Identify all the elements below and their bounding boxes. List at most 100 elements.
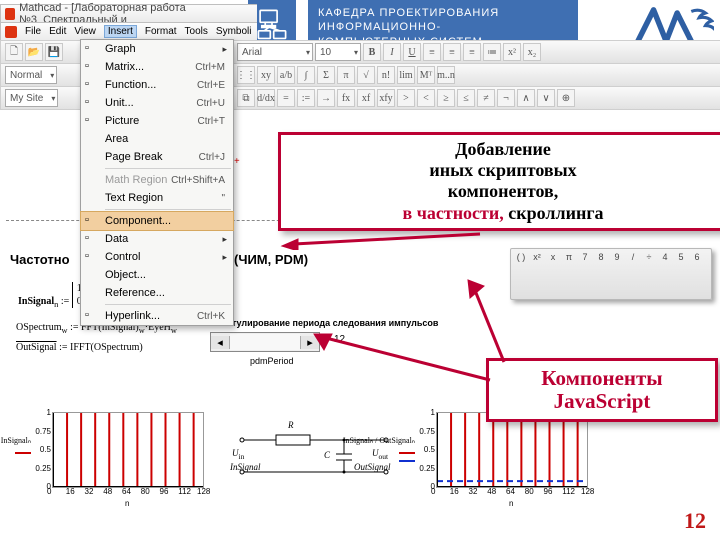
menu-item-function[interactable]: ▫Function...Ctrl+E: [81, 76, 233, 94]
menu-item-label: Reference...: [105, 287, 165, 299]
calc-key[interactable]: 8: [595, 252, 607, 262]
bullets-icon[interactable]: ≔: [483, 43, 501, 61]
insert-dropdown[interactable]: ▫Graph▸▫Matrix...Ctrl+M▫Function...Ctrl+…: [80, 39, 234, 326]
toolbar-math1[interactable]: ⋮⋮ xy a/b ∫ Σ π √ n! lim Mᵀ m..n: [232, 63, 720, 87]
menu-view[interactable]: View: [74, 26, 96, 37]
align-center-icon[interactable]: ≡: [443, 43, 461, 61]
size-combo[interactable]: 10: [315, 43, 361, 61]
vec-icon[interactable]: n!: [377, 66, 395, 84]
menu-item-matrix[interactable]: ▫Matrix...Ctrl+M: [81, 58, 233, 76]
menu-item-picture[interactable]: ▫PictureCtrl+T: [81, 112, 233, 130]
eval-icon[interactable]: =: [277, 89, 295, 107]
menu-item-object[interactable]: Object...: [81, 266, 233, 284]
integral-icon[interactable]: ∫: [297, 66, 315, 84]
range-icon[interactable]: m..n: [437, 66, 455, 84]
menu-edit[interactable]: Edit: [49, 26, 66, 37]
sqrt-icon[interactable]: √: [357, 66, 375, 84]
open-icon[interactable]: 📂: [25, 43, 43, 61]
summation-icon[interactable]: Σ: [317, 66, 335, 84]
not-icon[interactable]: ¬: [497, 89, 515, 107]
lt-icon[interactable]: <: [417, 89, 435, 107]
ne-icon[interactable]: ≠: [477, 89, 495, 107]
toolbar-left-3[interactable]: My Site: [0, 86, 86, 110]
menu-item-page-break[interactable]: Page BreakCtrl+J: [81, 148, 233, 166]
menu-item-control[interactable]: ▫Control▸: [81, 248, 233, 266]
xor-icon[interactable]: ⊕: [557, 89, 575, 107]
deriv-icon[interactable]: d/dx: [257, 89, 275, 107]
save-icon[interactable]: 💾: [45, 43, 63, 61]
calculator-palette[interactable]: ( ) x² xπ789 / ÷ 456: [510, 248, 712, 300]
menu-symbolics[interactable]: Symboli: [216, 26, 252, 37]
calc-key[interactable]: 6: [691, 252, 703, 262]
graph-icon[interactable]: ⧉: [237, 89, 255, 107]
ge-icon[interactable]: ≥: [437, 89, 455, 107]
menu-file[interactable]: File: [25, 26, 41, 37]
align-left-icon[interactable]: ≡: [423, 43, 441, 61]
site-combo[interactable]: My Site: [5, 89, 58, 107]
menu-shortcut: Ctrl+K: [197, 311, 225, 322]
subscript-icon[interactable]: x₂: [523, 43, 541, 61]
transpose-icon[interactable]: Mᵀ: [417, 66, 435, 84]
menu-item-hyperlink[interactable]: ▫Hyperlink...Ctrl+K: [81, 307, 233, 325]
le-icon[interactable]: ≤: [457, 89, 475, 107]
menu-format[interactable]: Format: [145, 26, 177, 37]
arrow-icon[interactable]: →: [317, 89, 335, 107]
toolbar-format[interactable]: Arial 10 B I U ≡ ≡ ≡ ≔ x² x₂: [232, 40, 720, 64]
menu-item-component[interactable]: ▫Component...: [80, 211, 234, 231]
calc-key[interactable]: x²: [531, 252, 543, 262]
font-combo[interactable]: Arial: [237, 43, 313, 61]
pi-icon[interactable]: π: [337, 66, 355, 84]
assign-icon[interactable]: :=: [297, 89, 315, 107]
calc-key[interactable]: 7: [579, 252, 591, 262]
toolbar-left-2[interactable]: Normal: [0, 63, 86, 87]
toolbar-left-1[interactable]: 🗋📂💾: [0, 40, 86, 64]
menu-item-unit[interactable]: ▫Unit...Ctrl+U: [81, 94, 233, 112]
calc-key[interactable]: 4: [659, 252, 671, 262]
calc-key[interactable]: /: [627, 252, 639, 262]
menu-item-area[interactable]: Area: [81, 130, 233, 148]
menu-item-reference[interactable]: Reference...: [81, 284, 233, 302]
menu-item-label: Page Break: [105, 151, 162, 163]
matrix-icon[interactable]: ⋮⋮: [237, 66, 255, 84]
scroll-track[interactable]: [230, 334, 300, 350]
underline-icon[interactable]: U: [403, 43, 421, 61]
x-tick: 96: [160, 487, 169, 496]
italic-icon[interactable]: I: [383, 43, 401, 61]
limit-icon[interactable]: lim: [397, 66, 415, 84]
scroll-left-icon[interactable]: ◂: [211, 336, 230, 349]
xy-icon[interactable]: xy: [257, 66, 275, 84]
menu-insert[interactable]: Insert: [104, 25, 137, 38]
menu-item-graph[interactable]: ▫Graph▸: [81, 40, 233, 58]
fx-icon[interactable]: fx: [337, 89, 355, 107]
y-tick: 0.5: [40, 445, 51, 454]
and-icon[interactable]: ∧: [517, 89, 535, 107]
or-icon[interactable]: ∨: [537, 89, 555, 107]
gt-icon[interactable]: >: [397, 89, 415, 107]
align-right-icon[interactable]: ≡: [463, 43, 481, 61]
calc-key[interactable]: ÷: [643, 252, 655, 262]
menu-tools[interactable]: Tools: [185, 26, 208, 37]
banner-line: КАФЕДРА ПРОЕКТИРОВАНИЯ: [318, 6, 568, 20]
toolbar-math2[interactable]: ⧉ d/dx = := → fx xf xfy > < ≥ ≤ ≠ ¬ ∧ ∨ …: [232, 86, 720, 110]
bold-icon[interactable]: B: [363, 43, 381, 61]
callout-line: JavaScript: [495, 390, 709, 413]
xfy-icon[interactable]: xfy: [377, 89, 395, 107]
app-icon: [5, 8, 15, 20]
xf-icon[interactable]: xf: [357, 89, 375, 107]
menu-item-data[interactable]: ▫Data▸: [81, 230, 233, 248]
style-combo[interactable]: Normal: [5, 66, 57, 84]
calc-key[interactable]: π: [563, 252, 575, 262]
fraction-icon[interactable]: a/b: [277, 66, 295, 84]
new-icon[interactable]: 🗋: [5, 43, 23, 61]
x-tick: 0: [431, 487, 435, 496]
superscript-icon[interactable]: x²: [503, 43, 521, 61]
menu-item-text-region[interactable]: Text Region": [81, 189, 233, 207]
calc-key[interactable]: 9: [611, 252, 623, 262]
calc-key[interactable]: ( ): [515, 252, 527, 262]
period-scroller[interactable]: ◂ ▸: [210, 332, 320, 352]
calc-key[interactable]: 5: [675, 252, 687, 262]
y-tick: 0.5: [424, 445, 435, 454]
calc-key[interactable]: x: [547, 252, 559, 262]
doc-icon: [5, 26, 17, 38]
menu-item-math-region: Math RegionCtrl+Shift+A: [81, 171, 233, 189]
